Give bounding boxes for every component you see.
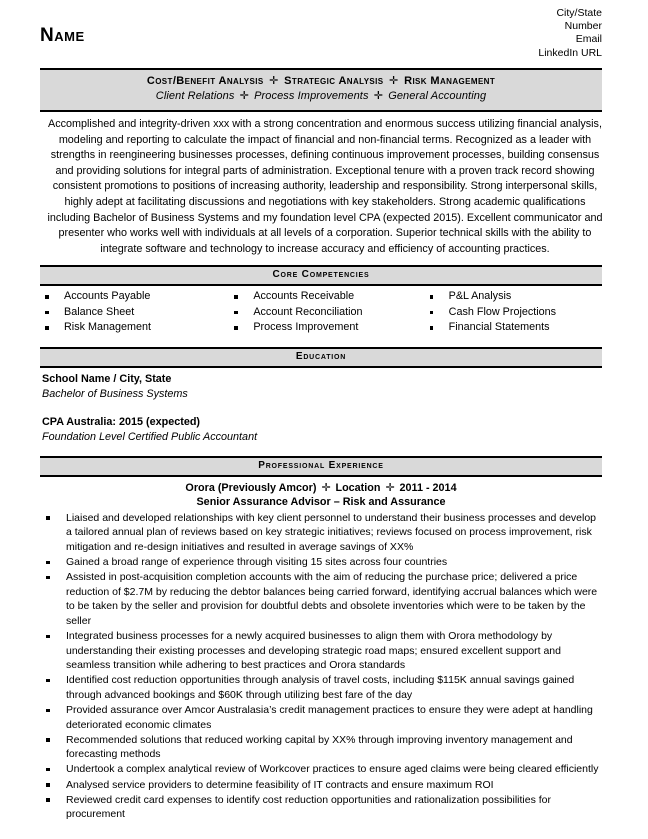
cross-separator-icon: ✛ xyxy=(321,481,331,494)
list-item: Recommended solutions that reduced worki… xyxy=(42,733,602,762)
core-competencies-list: Accounts Payable Balance Sheet Risk Mana… xyxy=(42,289,602,336)
list-item: Cash Flow Projections xyxy=(427,305,602,320)
list-item: Process Improvement xyxy=(231,320,406,335)
list-item: Accounts Receivable xyxy=(231,289,406,304)
education-certification: CPA Australia: 2015 (expected) xyxy=(42,415,201,428)
cross-separator-icon: ✛ xyxy=(389,75,399,87)
list-item: Integrated business processes for a newl… xyxy=(42,629,602,673)
job-title: Senior Assurance Advisor – Risk and Assu… xyxy=(196,496,446,509)
job-bullet-list: Liaised and developed relationships with… xyxy=(42,511,602,822)
job-header: Orora (Previously Amcor) ✛ Location ✛ 20… xyxy=(40,481,602,510)
education-entry: School Name / City, State Bachelor of Bu… xyxy=(42,372,602,445)
list-item: Financial Statements xyxy=(427,320,602,335)
job-location: Location xyxy=(335,481,381,494)
headline-secondary-3: General Accounting xyxy=(388,90,487,102)
competency-column-2: Accounts Receivable Account Reconciliati… xyxy=(217,289,406,336)
headline-secondary-2: Process Improvements xyxy=(254,90,369,102)
professional-summary: Accomplished and integrity-driven xxx wi… xyxy=(47,118,603,255)
education-school: School Name / City, State xyxy=(42,372,172,385)
job-dates: 2011 - 2014 xyxy=(399,481,457,494)
list-item: Reviewed credit card expenses to identif… xyxy=(42,793,602,822)
headline-primary-3: Risk Management xyxy=(404,75,496,87)
list-item: P&L Analysis xyxy=(427,289,602,304)
resume-header: Name City/State Number Email LinkedIn UR… xyxy=(0,0,648,68)
list-item: Gained a broad range of experience throu… xyxy=(42,555,602,570)
job-company: Orora (Previously Amcor) xyxy=(185,481,317,494)
list-item: Analysed service providers to determine … xyxy=(42,778,602,793)
headline-banner: Cost/Benefit Analysis ✛ Strategic Analys… xyxy=(40,68,602,112)
section-header-education: Education xyxy=(40,346,602,368)
contact-linkedin-url: LinkedIn URL xyxy=(538,46,602,59)
headline-primary-2: Strategic Analysis xyxy=(284,75,384,87)
headline-primary: Cost/Benefit Analysis ✛ Strategic Analys… xyxy=(46,74,596,89)
list-item: Risk Management xyxy=(42,320,217,335)
headline-primary-1: Cost/Benefit Analysis xyxy=(146,75,264,87)
list-item: Balance Sheet xyxy=(42,305,217,320)
candidate-name: Name xyxy=(40,25,85,46)
section-header-core-competencies: Core Competencies xyxy=(40,265,602,287)
list-item: Account Reconciliation xyxy=(231,305,406,320)
cross-separator-icon: ✛ xyxy=(239,90,249,102)
contact-email: Email xyxy=(575,33,602,46)
cross-separator-icon: ✛ xyxy=(373,90,384,102)
list-item: Provided assurance over Amcor Australasi… xyxy=(42,703,602,732)
job-company-line: Orora (Previously Amcor) ✛ Location ✛ 20… xyxy=(40,481,602,496)
competency-column-3: P&L Analysis Cash Flow Projections Finan… xyxy=(407,289,602,336)
headline-secondary-1: Client Relations xyxy=(155,90,235,102)
education-certification-detail: Foundation Level Certified Public Accoun… xyxy=(42,430,258,443)
list-item: Undertook a complex analytical review of… xyxy=(42,762,602,777)
contact-number: Number xyxy=(564,20,602,33)
list-item: Accounts Payable xyxy=(42,289,217,304)
contact-block: City/State Number Email LinkedIn URL xyxy=(538,4,602,60)
list-item: Identified cost reduction opportunities … xyxy=(42,673,602,702)
competency-column-1: Accounts Payable Balance Sheet Risk Mana… xyxy=(42,289,217,336)
education-degree: Bachelor of Business Systems xyxy=(42,387,188,400)
contact-city-state: City/State xyxy=(556,7,602,19)
section-header-professional-experience: Professional Experience xyxy=(40,455,602,477)
cross-separator-icon: ✛ xyxy=(385,481,395,494)
resume-page: Name City/State Number Email LinkedIn UR… xyxy=(0,0,648,839)
headline-secondary: Client Relations ✛ Process Improvements … xyxy=(46,89,596,104)
list-item: Assisted in post-acquisition completion … xyxy=(42,570,602,628)
list-item: Liaised and developed relationships with… xyxy=(42,511,602,555)
cross-separator-icon: ✛ xyxy=(269,75,279,87)
